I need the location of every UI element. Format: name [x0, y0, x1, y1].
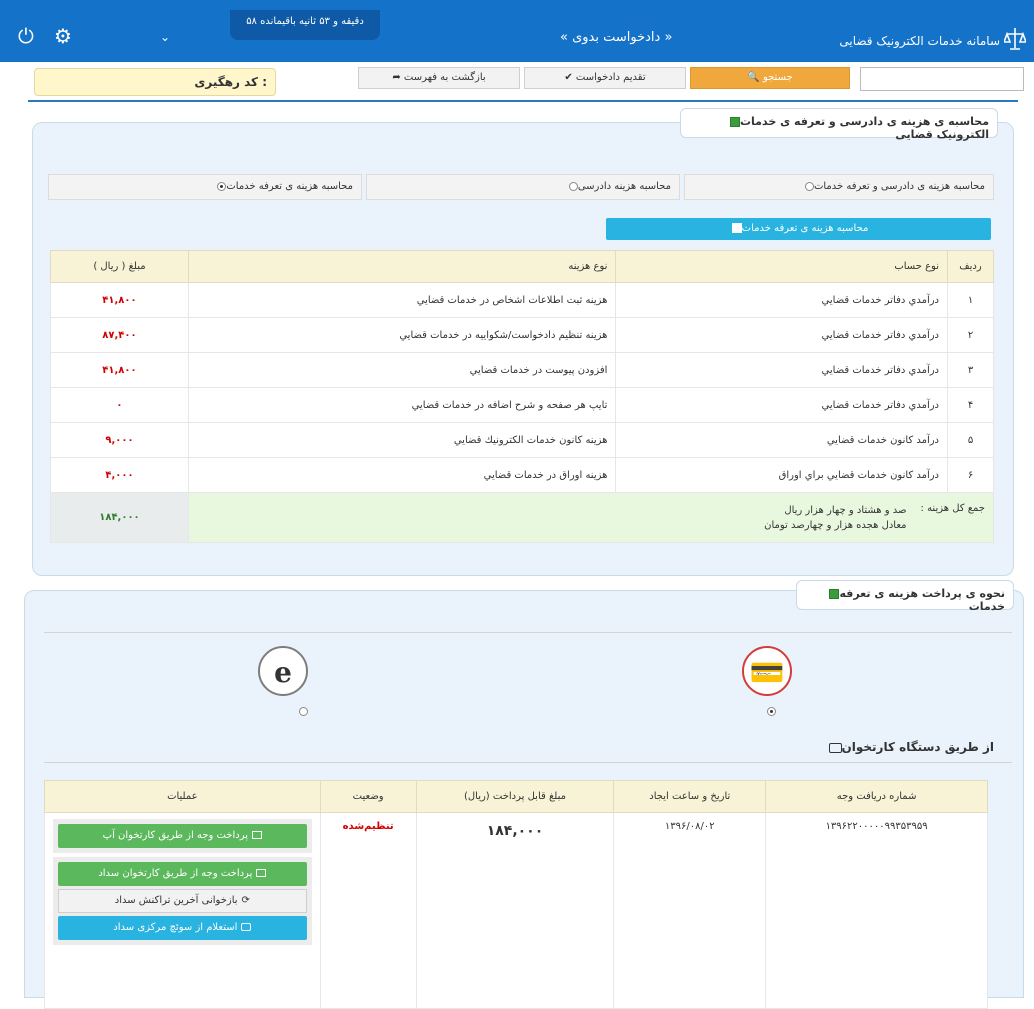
- breadcrumb: « دادخواست بدوی »: [560, 30, 673, 45]
- refresh-icon: ⟳: [241, 895, 250, 906]
- col-receipt-number: شماره دریافت وجه: [765, 780, 988, 813]
- payable-amount: ۱۸۴,۰۰۰: [415, 812, 615, 1009]
- row-number: ۱: [947, 282, 994, 318]
- created-date: ۱۳۹۶/۰۸/۰۲: [613, 812, 767, 1009]
- divider: [44, 632, 1012, 633]
- sadad-group: پرداخت وجه از طریق کارتخوان سداد ⟳بازخوا…: [53, 857, 312, 945]
- col-row-number: ردیف: [947, 250, 994, 283]
- fee-amount: ۸۷,۴۰۰: [50, 317, 189, 353]
- search-input[interactable]: [860, 67, 1024, 91]
- payment-panel-title: نحوه ی پرداخت هزینه ی تعرفه خدمات: [796, 580, 1014, 613]
- internet-payment-icon[interactable]: e: [258, 646, 308, 696]
- account-type: درآمدي دفاتر خدمات قضايي: [615, 352, 949, 388]
- pay-ap-button[interactable]: پرداخت وجه از طریق کارتخوان آپ: [58, 824, 307, 848]
- pay-sadad-button[interactable]: پرداخت وجه از طریق کارتخوان سداد: [58, 862, 307, 886]
- fee-amount: ۰: [50, 387, 189, 423]
- col-operations: عملیات: [44, 780, 321, 813]
- row-number: ۳: [947, 352, 994, 388]
- col-payable-amount: مبلغ قابل پرداخت (ریال): [415, 780, 615, 813]
- account-type: درآمدي دفاتر خدمات قضايي: [615, 317, 949, 353]
- option-all-fees[interactable]: محاسبه هزینه ی دادرسی و تعرفه خدمات: [684, 174, 994, 200]
- table-row: ۲ درآمدي دفاتر خدمات قضايي هزينه تنظيم د…: [50, 317, 994, 353]
- chevron-down-icon[interactable]: ⌄: [160, 30, 170, 44]
- table-row: ۱ درآمدي دفاتر خدمات قضايي هزينه ثبت اطل…: [50, 282, 994, 318]
- col-account-type: نوع حساب: [615, 250, 949, 283]
- total-amount: ۱۸۴,۰۰۰: [50, 492, 189, 543]
- card-icon: [256, 869, 267, 877]
- power-icon[interactable]: ⏻: [18, 24, 34, 48]
- card-reader-icon[interactable]: 💳: [742, 646, 792, 696]
- operations-cell: پرداخت وجه از طریق کارتخوان آپ پرداخت وج…: [44, 812, 321, 1009]
- fee-calculation-title: محاسبه ی هزینه ی دادرسی و تعرفه ی خدمات …: [680, 108, 998, 141]
- search-button[interactable]: 🔍 جستجو: [690, 67, 850, 89]
- fee-type: هزينه تنظيم دادخواست/شکواييه در خدمات قض…: [187, 317, 617, 353]
- payment-method-title: از طریق دستگاه کارتخوان: [825, 740, 994, 754]
- table-row: ۵ درآمد کانون خدمات قضايي هزينه کانون خد…: [50, 422, 994, 458]
- fee-amount: ۴,۰۰۰: [50, 457, 189, 493]
- col-created-date: تاریخ و ساعت ایجاد: [613, 780, 767, 813]
- col-status: وضعیت: [319, 780, 417, 813]
- calculate-service-fee-button[interactable]: محاسبه هزینه ی تعرفه خدمات: [606, 218, 991, 240]
- account-type: درآمدي دفاتر خدمات قضايي: [615, 387, 949, 423]
- row-number: ۴: [947, 387, 994, 423]
- col-fee-type: نوع هزینه: [187, 250, 617, 283]
- radio-internet-payment[interactable]: [298, 706, 308, 716]
- fee-type: تايپ هر صفحه و شرح اضافه در خدمات قضايي: [187, 387, 617, 423]
- account-type: درآمد کانون خدمات قضايي: [615, 422, 949, 458]
- total-words-toman: معادل هجده هزار و چهارصد تومان: [764, 519, 907, 531]
- fee-type: هزينه ثبت اطلاعات اشخاص در خدمات قضايي: [187, 282, 617, 318]
- fee-type: افزودن پيوست در خدمات قضايي: [187, 352, 617, 388]
- total-label: جمع کل هزینه :: [920, 502, 985, 514]
- submit-petition-button[interactable]: ✔ تقدیم دادخواست: [524, 67, 686, 89]
- table-row: ۱۳۹۶۲۲۰۰۰۰۰۹۹۳۵۳۹۵۹ ۱۳۹۶/۰۸/۰۲ ۱۸۴,۰۰۰ ت…: [44, 812, 988, 1009]
- back-to-list-button[interactable]: ➦ بازگشت به فهرست: [358, 67, 520, 89]
- top-bar: سامانه خدمات الکترونیک قضایی « دادخواست …: [0, 0, 1034, 62]
- radio-card-reader[interactable]: [767, 706, 776, 716]
- total-words-rial: صد و هشتاد و چهار هزار ریال: [784, 504, 907, 516]
- col-amount: مبلغ ( ریال ): [50, 250, 189, 283]
- ap-group: پرداخت وجه از طریق کارتخوان آپ: [53, 819, 312, 853]
- judiciary-logo-icon: [1002, 26, 1028, 52]
- session-timer: ۵۸ دقیقه و ۵۳ ثانیه باقیمانده: [230, 10, 380, 40]
- table-row: ۶ درآمد کانون خدمات قضايي براي اوراق هزي…: [50, 457, 994, 493]
- calculator-icon: [730, 117, 740, 127]
- row-number: ۵: [947, 422, 994, 458]
- account-type: درآمد کانون خدمات قضايي براي اوراق: [615, 457, 949, 493]
- divider: [44, 762, 1012, 763]
- card-icon: [828, 742, 842, 753]
- radio-service-fee[interactable]: [217, 181, 227, 191]
- gear-icon[interactable]: ⚙: [54, 24, 72, 48]
- radio-all-fees[interactable]: [804, 181, 814, 191]
- payment-table: شماره دریافت وجه تاریخ و ساعت ایجاد مبلغ…: [44, 780, 988, 1009]
- calculator-icon: [829, 589, 840, 599]
- status-badge: تنظیم‌شده: [319, 812, 417, 1009]
- fee-type: هزينه کانون خدمات الکترونيك قضايي: [187, 422, 617, 458]
- total-row: جمع کل هزینه : صد و هشتاد و چهار هزار ری…: [50, 492, 995, 543]
- table-row: ۳ درآمدي دفاتر خدمات قضايي افزودن پيوست …: [50, 352, 994, 388]
- calculator-icon: [731, 223, 742, 233]
- fee-amount: ۴۱,۸۰۰: [50, 282, 189, 318]
- radio-court-fee[interactable]: [568, 181, 578, 191]
- retrieve-transaction-button[interactable]: ⟳بازخوانی آخرین تراکنش سداد: [58, 889, 307, 913]
- row-number: ۶: [947, 457, 994, 493]
- card-icon: [252, 831, 263, 839]
- total-description: جمع کل هزینه : صد و هشتاد و چهار هزار ری…: [187, 492, 995, 543]
- row-number: ۲: [947, 317, 994, 353]
- receipt-number: ۱۳۹۶۲۲۰۰۰۰۰۹۹۳۵۳۹۵۹: [765, 812, 988, 1009]
- inbox-icon: [241, 923, 252, 931]
- option-court-fee[interactable]: محاسبه هزینه دادرسی: [366, 174, 680, 200]
- fee-amount: ۹,۰۰۰: [50, 422, 189, 458]
- tracking-code: کد رهگیری :: [34, 68, 276, 96]
- central-switch-inquiry-button[interactable]: استعلام از سوئچ مرکزی سداد: [58, 916, 307, 940]
- option-service-fee[interactable]: محاسبه هزینه ی تعرفه خدمات: [48, 174, 362, 200]
- brand-title: سامانه خدمات الکترونیک قضایی: [839, 34, 1000, 48]
- fee-type: هزينه اوراق در خدمات قضايي: [187, 457, 617, 493]
- account-type: درآمدي دفاتر خدمات قضايي: [615, 282, 949, 318]
- fee-table: ردیف نوع حساب نوع هزینه مبلغ ( ریال ) ۱ …: [50, 250, 995, 543]
- table-row: ۴ درآمدي دفاتر خدمات قضايي تايپ هر صفحه …: [50, 387, 994, 423]
- fee-amount: ۴۱,۸۰۰: [50, 352, 189, 388]
